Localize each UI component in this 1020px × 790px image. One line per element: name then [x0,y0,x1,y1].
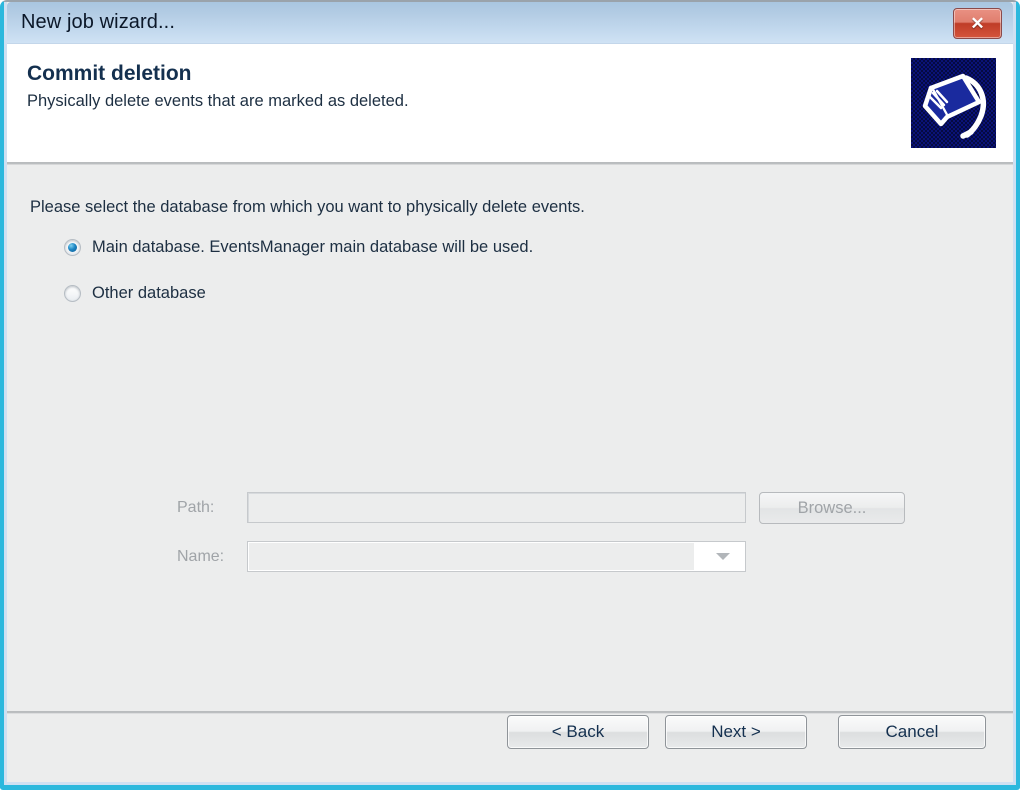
wizard-body: Please select the database from which yo… [7,165,1013,782]
instruction-text: Please select the database from which yo… [30,198,585,216]
window-title: New job wizard... [21,11,175,33]
cancel-button[interactable]: Cancel [838,715,986,749]
footer-separator [7,711,1013,714]
name-combobox[interactable] [247,541,746,572]
radio-main-database-label: Main database. EventsManager main databa… [92,238,534,256]
back-button[interactable]: < Back [507,715,649,749]
path-label: Path: [177,499,215,516]
radio-other-database-label: Other database [92,284,206,302]
window-inner-frame: New job wizard... ✕ Commit deletion Phys… [4,2,1016,785]
name-label: Name: [177,548,225,565]
titlebar: New job wizard... ✕ [7,2,1013,44]
close-icon: ✕ [970,13,985,33]
radio-option-other-database[interactable]: Other database [64,284,206,303]
wizard-header: Commit deletion Physically delete events… [7,44,1013,162]
path-input[interactable] [247,492,746,523]
bucket-icon [911,58,996,148]
radio-other-database-indicator[interactable] [64,285,81,302]
next-button[interactable]: Next > [665,715,807,749]
close-button[interactable]: ✕ [953,8,1002,39]
browse-button[interactable]: Browse... [759,492,905,524]
chevron-down-icon[interactable] [706,542,740,571]
page-title: Commit deletion [27,62,192,85]
radio-main-database-indicator[interactable] [64,239,81,256]
radio-option-main-database[interactable]: Main database. EventsManager main databa… [64,238,533,257]
page-subtitle: Physically delete events that are marked… [27,92,409,110]
name-combobox-value [249,543,694,570]
wizard-window: New job wizard... ✕ Commit deletion Phys… [0,0,1020,790]
